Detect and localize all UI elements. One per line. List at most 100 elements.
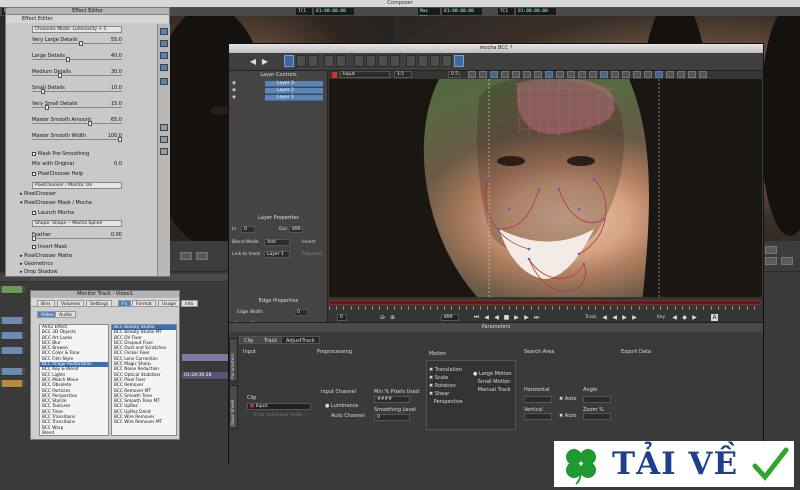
horizontal-field[interactable] [524,396,552,403]
viewer-option-icon[interactable] [501,71,509,78]
palette-tab-fx[interactable]: Fx [118,300,132,307]
timeline-clip[interactable] [182,354,228,361]
viewer-option-icon[interactable] [600,71,608,78]
timeline-clip[interactable] [2,317,22,324]
clip-dropdown[interactable]: ■ Input [247,403,311,410]
keyframe-icon[interactable] [160,136,168,143]
zoom-field[interactable] [583,413,611,420]
viewer-input-dropdown[interactable]: Input [340,71,390,78]
viewer-option-icon[interactable] [666,71,674,78]
timeline-track[interactable]: 01:28:36:28 [182,372,228,380]
palette-tab-info[interactable]: Info [181,300,198,307]
min-pixels-field[interactable]: #### [374,396,410,403]
viewer-option-icon[interactable] [677,71,685,78]
viewer-option-icon[interactable] [589,71,597,78]
viewer-option-icon[interactable] [699,71,707,78]
link-tool-icon[interactable] [406,55,416,67]
transport-button[interactable] [180,252,192,260]
record-icon[interactable] [332,72,337,78]
go-start-icon[interactable]: ⏮ [473,314,480,321]
timeline-track[interactable] [0,380,25,388]
keyframe-icon[interactable] [160,52,168,59]
palette-tab-usage[interactable]: Usage [158,300,181,307]
transport-button[interactable] [781,257,793,265]
track-forward-icon[interactable]: ▶ [631,314,638,321]
slider-row[interactable]: Master Smooth Amount 65.0 [6,117,156,127]
checkbox-icon[interactable] [32,171,36,176]
rotate-tool-icon[interactable] [430,55,440,67]
transport-button[interactable] [765,257,777,265]
pixelchooser-mask-row[interactable]: ▾ PixelChooser Mask / Mocha [0,200,144,210]
viewer-option-icon[interactable] [534,71,542,78]
back-arrow-icon[interactable]: ◀ [249,57,257,66]
slider-knob[interactable] [44,105,49,110]
layer-row[interactable]: Layer 3 [265,81,323,87]
add-key-icon[interactable]: ◆ [681,314,688,321]
keyframe-icon[interactable] [160,78,168,85]
slider-row[interactable]: Very Large Details 55.0 [6,37,156,47]
viewer-option-icon[interactable] [567,71,575,78]
slider-knob[interactable] [118,137,122,142]
bezier-tool-icon[interactable] [354,55,364,67]
angle-field[interactable] [583,396,611,403]
feather-row[interactable]: Feather 0.00 [6,232,156,242]
zoom-plus-icon[interactable]: ⊕ [389,314,396,321]
out-field[interactable]: 899 [289,226,303,233]
timeline-track[interactable] [0,332,25,340]
rectangle-tool-icon[interactable] [390,55,400,67]
tc-label-2[interactable]: Mas TC1 [418,8,440,21]
keyframe-icon[interactable] [160,40,168,47]
viewer-option-icon[interactable] [479,71,487,78]
channels-mode-dropdown[interactable]: Channels Mode: Luminosity + C [32,26,122,33]
launch-mocha-row[interactable]: Launch Mocha [6,210,156,220]
slider-knob[interactable] [66,57,71,62]
viewer-option-icon[interactable] [578,71,586,78]
keyframe-icon[interactable] [160,124,168,131]
scale-tool-icon[interactable] [442,55,452,67]
move-tool-icon[interactable] [418,55,428,67]
time-start-field[interactable]: 0 [337,314,347,321]
keyframe-icon[interactable] [160,148,168,155]
luminance-radio[interactable]: ● Luminance [325,403,358,409]
track-frame-back-icon[interactable]: ◀ [611,314,618,321]
track-frame-forward-icon[interactable]: ▶ [621,314,628,321]
vertical-field[interactable] [524,413,552,420]
checkbox-icon[interactable] [32,210,36,215]
slider-track[interactable] [32,137,122,142]
effect-category-list[interactable]: AVX2 Effect BCC 3D Objects BCC Art Looks BC… [39,324,109,436]
subtab-audio[interactable]: Audio [55,311,76,318]
motion-translation-check[interactable]: ✖ Translation [429,367,462,373]
step-back-icon[interactable]: ◀ [483,314,490,321]
effect-item[interactable]: BCC Wire Remover MT [112,420,176,425]
viewer-option-icon[interactable] [611,71,619,78]
pixelchooser-help-row[interactable]: PixelChooser Help [6,171,156,181]
zoom-minus-icon[interactable]: ⊖ [379,314,386,321]
stop-icon[interactable]: ■ [503,314,510,321]
palette-tab-volumes[interactable]: Volumes [57,300,85,307]
tc-label-3[interactable]: TC1 [498,8,514,15]
motion-mode-radio[interactable]: Small Motion [473,379,510,385]
blend-mode-dropdown[interactable]: Add [264,239,290,246]
viewer-option-icon[interactable] [655,71,663,78]
motion-mode-radio[interactable]: Manual Track [473,387,511,393]
timeline-track[interactable] [182,354,228,362]
layer-row[interactable]: Layer 2 [265,88,323,94]
timeline-clip[interactable] [2,380,22,387]
viewer-option-icon[interactable] [490,71,498,78]
timeline-clip[interactable] [2,368,22,375]
viewer-option-icon[interactable] [622,71,630,78]
eye-icon[interactable]: ◉ [232,88,236,93]
select-tool-icon[interactable] [284,55,294,67]
feather-slider[interactable] [32,236,122,241]
in-field[interactable]: 0 [241,226,255,233]
track-backward-icon[interactable]: ◀ [601,314,608,321]
next-key-icon[interactable]: ▶ [691,314,698,321]
go-end-icon[interactable]: ⏭ [533,314,540,321]
link-to-track-dropdown[interactable]: Layer 1 [264,251,290,258]
add-point-icon[interactable] [378,55,388,67]
vertical-auto-check[interactable]: ✖ Auto [559,413,576,419]
step-forward-icon[interactable]: ▶ [523,314,530,321]
viewer-option-icon[interactable] [523,71,531,78]
timeline-scrubber[interactable] [329,300,761,305]
palette-tab-format[interactable]: Format [132,300,156,307]
